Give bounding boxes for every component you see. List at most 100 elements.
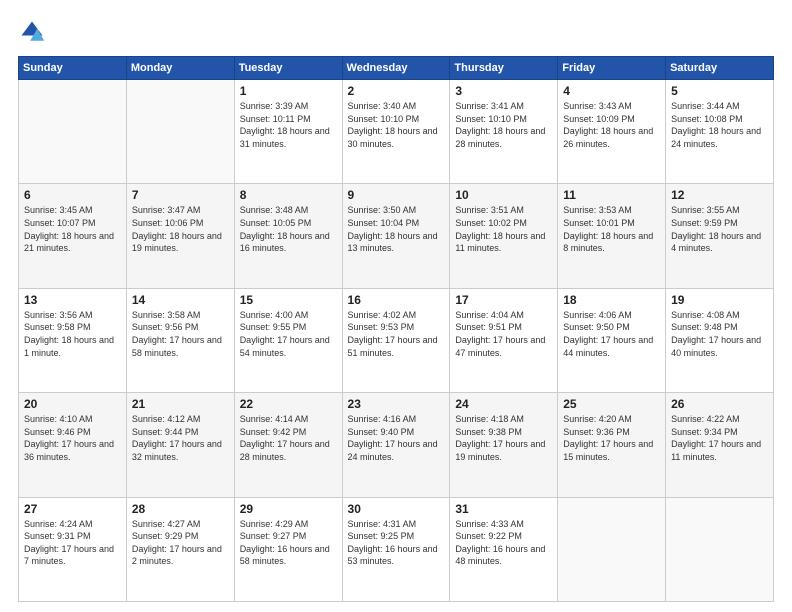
calendar-week-5: 27Sunrise: 4:24 AM Sunset: 9:31 PM Dayli… (19, 497, 774, 601)
calendar-cell: 24 Sunrise: 4:18 AM Sunset: 9:38 PM Dayli… (450, 393, 558, 497)
day-number: 17 (455, 293, 552, 307)
calendar-cell: 16 Sunrise: 4:02 AM Sunset: 9:53 PM Dayli… (342, 288, 450, 392)
calendar-table: SundayMondayTuesdayWednesdayThursdayFrid… (18, 56, 774, 602)
calendar-cell: 15 Sunrise: 4:00 AM Sunset: 9:55 PM Dayli… (234, 288, 342, 392)
calendar-cell (558, 497, 666, 601)
calendar-cell: 9 Sunrise: 3:50 AM Sunset: 10:04 PM Dayli… (342, 184, 450, 288)
calendar-cell: 2 Sunrise: 3:40 AM Sunset: 10:10 PM Dayli… (342, 80, 450, 184)
calendar-cell: 10 Sunrise: 3:51 AM Sunset: 10:02 PM Dayl… (450, 184, 558, 288)
day-number: 4 (563, 84, 660, 98)
calendar-cell: 7 Sunrise: 3:47 AM Sunset: 10:06 PM Dayli… (126, 184, 234, 288)
calendar-cell: 20Sunrise: 4:10 AM Sunset: 9:46 PM Dayli… (19, 393, 127, 497)
calendar-cell: 3 Sunrise: 3:41 AM Sunset: 10:10 PM Dayli… (450, 80, 558, 184)
day-info: Sunrise: 4:12 AM Sunset: 9:44 PM Dayligh… (132, 413, 229, 463)
calendar-cell: 29 Sunrise: 4:29 AM Sunset: 9:27 PM Dayli… (234, 497, 342, 601)
day-number: 1 (240, 84, 337, 98)
day-header-friday: Friday (558, 57, 666, 80)
calendar-cell: 6 Sunrise: 3:45 AM Sunset: 10:07 PM Dayli… (19, 184, 127, 288)
day-info: Sunrise: 3:44 AM Sunset: 10:08 PM Daylig… (671, 100, 768, 150)
day-info: Sunrise: 4:31 AM Sunset: 9:25 PM Dayligh… (348, 518, 445, 568)
page: SundayMondayTuesdayWednesdayThursdayFrid… (0, 0, 792, 612)
day-number: 24 (455, 397, 552, 411)
day-header-wednesday: Wednesday (342, 57, 450, 80)
day-info: Sunrise: 3:41 AM Sunset: 10:10 PM Daylig… (455, 100, 552, 150)
day-number: 21 (132, 397, 229, 411)
day-info: Sunrise: 4:00 AM Sunset: 9:55 PM Dayligh… (240, 309, 337, 359)
day-info: Sunrise: 3:39 AM Sunset: 10:11 PM Daylig… (240, 100, 337, 150)
calendar-cell: 14 Sunrise: 3:58 AM Sunset: 9:56 PM Dayli… (126, 288, 234, 392)
calendar-week-2: 6 Sunrise: 3:45 AM Sunset: 10:07 PM Dayli… (19, 184, 774, 288)
calendar-cell (19, 80, 127, 184)
day-number: 19 (671, 293, 768, 307)
day-number: 30 (348, 502, 445, 516)
day-number: 25 (563, 397, 660, 411)
day-number: 15 (240, 293, 337, 307)
calendar-cell: 19Sunrise: 4:08 AM Sunset: 9:48 PM Dayli… (666, 288, 774, 392)
day-info: Sunrise: 4:18 AM Sunset: 9:38 PM Dayligh… (455, 413, 552, 463)
calendar-cell: 27Sunrise: 4:24 AM Sunset: 9:31 PM Dayli… (19, 497, 127, 601)
day-number: 28 (132, 502, 229, 516)
day-number: 2 (348, 84, 445, 98)
logo (18, 18, 50, 46)
day-info: Sunrise: 3:40 AM Sunset: 10:10 PM Daylig… (348, 100, 445, 150)
day-info: Sunrise: 4:20 AM Sunset: 9:36 PM Dayligh… (563, 413, 660, 463)
day-info: Sunrise: 4:22 AM Sunset: 9:34 PM Dayligh… (671, 413, 768, 463)
day-number: 27 (24, 502, 121, 516)
day-number: 3 (455, 84, 552, 98)
calendar-cell: 21 Sunrise: 4:12 AM Sunset: 9:44 PM Dayli… (126, 393, 234, 497)
day-header-monday: Monday (126, 57, 234, 80)
day-info: Sunrise: 3:58 AM Sunset: 9:56 PM Dayligh… (132, 309, 229, 359)
day-info: Sunrise: 4:14 AM Sunset: 9:42 PM Dayligh… (240, 413, 337, 463)
day-number: 13 (24, 293, 121, 307)
day-number: 31 (455, 502, 552, 516)
day-info: Sunrise: 4:04 AM Sunset: 9:51 PM Dayligh… (455, 309, 552, 359)
day-number: 5 (671, 84, 768, 98)
calendar-cell: 11 Sunrise: 3:53 AM Sunset: 10:01 PM Dayl… (558, 184, 666, 288)
day-number: 11 (563, 188, 660, 202)
day-number: 16 (348, 293, 445, 307)
calendar-cell: 1 Sunrise: 3:39 AM Sunset: 10:11 PM Dayli… (234, 80, 342, 184)
calendar-cell: 8Sunrise: 3:48 AM Sunset: 10:05 PM Dayli… (234, 184, 342, 288)
day-number: 9 (348, 188, 445, 202)
day-info: Sunrise: 3:51 AM Sunset: 10:02 PM Daylig… (455, 204, 552, 254)
day-header-sunday: Sunday (19, 57, 127, 80)
calendar-cell (666, 497, 774, 601)
calendar-cell: 18 Sunrise: 4:06 AM Sunset: 9:50 PM Dayli… (558, 288, 666, 392)
calendar-cell: 25 Sunrise: 4:20 AM Sunset: 9:36 PM Dayli… (558, 393, 666, 497)
calendar-cell: 31Sunrise: 4:33 AM Sunset: 9:22 PM Dayli… (450, 497, 558, 601)
day-header-saturday: Saturday (666, 57, 774, 80)
day-number: 22 (240, 397, 337, 411)
day-info: Sunrise: 3:53 AM Sunset: 10:01 PM Daylig… (563, 204, 660, 254)
day-info: Sunrise: 4:16 AM Sunset: 9:40 PM Dayligh… (348, 413, 445, 463)
day-info: Sunrise: 3:47 AM Sunset: 10:06 PM Daylig… (132, 204, 229, 254)
calendar-cell (126, 80, 234, 184)
day-number: 26 (671, 397, 768, 411)
calendar-cell: 12Sunrise: 3:55 AM Sunset: 9:59 PM Dayli… (666, 184, 774, 288)
calendar-header-row: SundayMondayTuesdayWednesdayThursdayFrid… (19, 57, 774, 80)
calendar-week-1: 1 Sunrise: 3:39 AM Sunset: 10:11 PM Dayli… (19, 80, 774, 184)
calendar-cell: 28 Sunrise: 4:27 AM Sunset: 9:29 PM Dayli… (126, 497, 234, 601)
day-number: 14 (132, 293, 229, 307)
day-header-tuesday: Tuesday (234, 57, 342, 80)
calendar-cell: 5 Sunrise: 3:44 AM Sunset: 10:08 PM Dayli… (666, 80, 774, 184)
day-number: 20 (24, 397, 121, 411)
day-number: 7 (132, 188, 229, 202)
day-info: Sunrise: 4:27 AM Sunset: 9:29 PM Dayligh… (132, 518, 229, 568)
day-info: Sunrise: 4:02 AM Sunset: 9:53 PM Dayligh… (348, 309, 445, 359)
calendar-week-3: 13 Sunrise: 3:56 AM Sunset: 9:58 PM Dayli… (19, 288, 774, 392)
day-number: 29 (240, 502, 337, 516)
day-info: Sunrise: 4:06 AM Sunset: 9:50 PM Dayligh… (563, 309, 660, 359)
calendar-week-4: 20Sunrise: 4:10 AM Sunset: 9:46 PM Dayli… (19, 393, 774, 497)
day-number: 18 (563, 293, 660, 307)
calendar-cell: 23Sunrise: 4:16 AM Sunset: 9:40 PM Dayli… (342, 393, 450, 497)
day-info: Sunrise: 3:56 AM Sunset: 9:58 PM Dayligh… (24, 309, 121, 359)
day-header-thursday: Thursday (450, 57, 558, 80)
day-info: Sunrise: 3:50 AM Sunset: 10:04 PM Daylig… (348, 204, 445, 254)
day-number: 6 (24, 188, 121, 202)
day-info: Sunrise: 3:45 AM Sunset: 10:07 PM Daylig… (24, 204, 121, 254)
day-number: 10 (455, 188, 552, 202)
calendar-cell: 22 Sunrise: 4:14 AM Sunset: 9:42 PM Dayli… (234, 393, 342, 497)
header (18, 18, 774, 46)
logo-icon (18, 18, 46, 46)
day-info: Sunrise: 4:29 AM Sunset: 9:27 PM Dayligh… (240, 518, 337, 568)
